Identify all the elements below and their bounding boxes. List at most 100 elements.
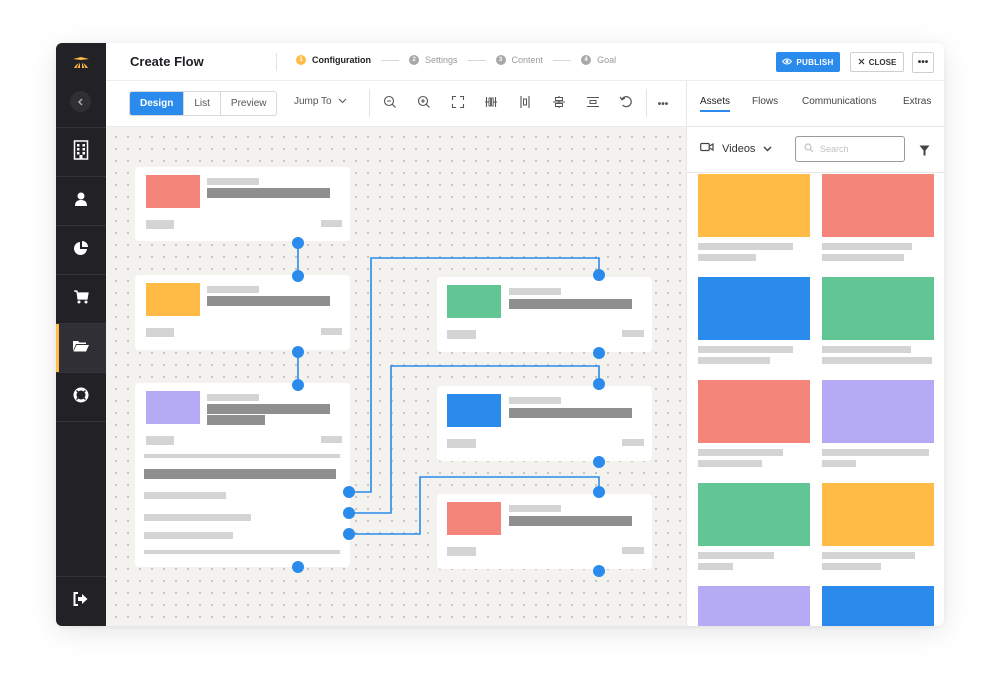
view-list-button[interactable]: List	[183, 92, 220, 115]
video-camera-icon	[700, 142, 714, 155]
panel-tabs: Assets Flows Communications Extras	[687, 81, 944, 127]
asset-thumbnail	[698, 586, 810, 626]
step-goal[interactable]: 4 Goal	[581, 55, 616, 65]
more-icon: •••	[657, 98, 669, 110]
step-configuration[interactable]: 1 Configuration	[296, 55, 371, 65]
placeholder-line	[698, 346, 793, 353]
asset-card[interactable]	[698, 586, 810, 626]
placeholder-line	[822, 460, 856, 467]
logout-button[interactable]	[56, 576, 106, 626]
fit-screen-icon	[451, 95, 465, 114]
undo-button[interactable]	[615, 93, 637, 115]
placeholder-line	[698, 563, 733, 570]
collapse-sidebar-button[interactable]	[70, 91, 91, 112]
asset-card[interactable]	[822, 277, 934, 364]
asset-thumbnail	[822, 586, 934, 626]
placeholder-line	[822, 449, 929, 456]
more-options-button[interactable]: •••	[912, 52, 934, 73]
step-number: 1	[296, 55, 306, 65]
zoom-out-button[interactable]	[379, 93, 401, 115]
asset-thumbnail	[822, 174, 934, 237]
filter-icon[interactable]	[919, 143, 930, 161]
zoom-in-button[interactable]	[413, 93, 435, 115]
distribute-vertical-icon	[586, 95, 600, 114]
propeller-hat-icon[interactable]	[56, 43, 106, 81]
fit-screen-button[interactable]	[447, 93, 469, 115]
publish-button[interactable]: PUBLISH	[776, 52, 840, 72]
step-content[interactable]: 3 Content	[495, 55, 544, 65]
tab-extras[interactable]: Extras	[903, 96, 931, 107]
asset-card[interactable]	[822, 380, 934, 467]
placeholder-line	[822, 552, 915, 559]
connection-port	[292, 561, 304, 573]
search-input[interactable]	[820, 144, 890, 154]
tab-communications[interactable]: Communications	[802, 96, 876, 107]
placeholder-line	[698, 243, 793, 250]
header: Create Flow 1 Configuration 2 Settings 3…	[106, 43, 944, 81]
sidebar-item-support[interactable]	[56, 372, 106, 421]
asset-search[interactable]	[795, 136, 905, 162]
logout-icon	[73, 592, 89, 611]
divider	[276, 53, 277, 71]
step-label: Settings	[425, 55, 458, 65]
connection-port	[292, 270, 304, 282]
close-icon	[858, 58, 865, 67]
connection-port	[292, 346, 304, 358]
asset-card[interactable]	[698, 380, 810, 467]
connection-port	[343, 486, 355, 498]
asset-card[interactable]	[822, 586, 934, 626]
toolbar-more-button[interactable]: •••	[652, 93, 674, 115]
tab-assets[interactable]: Assets	[700, 96, 731, 112]
asset-thumbnail	[822, 277, 934, 340]
align-center-vertical-icon	[518, 95, 532, 114]
asset-card[interactable]	[698, 174, 810, 261]
connection-port	[593, 378, 605, 390]
sidebar-item-analytics[interactable]	[56, 225, 106, 274]
app-window: Create Flow 1 Configuration 2 Settings 3…	[56, 43, 944, 626]
placeholder-line	[698, 357, 770, 364]
step-connector	[467, 59, 486, 61]
placeholder-line	[698, 460, 762, 467]
asset-card[interactable]	[698, 483, 810, 570]
align-center-horizontal-button[interactable]	[548, 93, 570, 115]
category-dropdown[interactable]: Videos	[700, 142, 772, 155]
undo-icon	[619, 95, 633, 114]
tab-flows[interactable]: Flows	[752, 96, 778, 107]
eye-icon	[782, 58, 793, 67]
asset-card[interactable]	[698, 277, 810, 364]
placeholder-line	[822, 254, 904, 261]
step-number: 3	[495, 55, 506, 65]
distribute-horizontal-button[interactable]	[480, 93, 502, 115]
flow-canvas[interactable]	[106, 127, 686, 626]
placeholder-line	[698, 552, 774, 559]
step-label: Content	[511, 55, 544, 65]
step-settings[interactable]: 2 Settings	[409, 55, 458, 65]
connection-port	[292, 379, 304, 391]
align-center-vertical-button[interactable]	[514, 93, 536, 115]
chevron-down-icon	[763, 143, 772, 155]
asset-filters: Videos	[687, 127, 944, 173]
sidebar-item-content[interactable]	[56, 323, 106, 372]
asset-thumbnail	[698, 483, 810, 546]
chevron-left-icon	[77, 93, 85, 111]
more-icon: •••	[917, 57, 929, 68]
sidebar-item-store[interactable]	[56, 274, 106, 323]
asset-card[interactable]	[822, 174, 934, 261]
sidebar-item-organizations[interactable]	[56, 127, 106, 176]
jump-to-dropdown[interactable]: Jump To	[294, 96, 347, 107]
close-button[interactable]: CLOSE	[850, 52, 904, 72]
category-label: Videos	[722, 142, 756, 155]
sidebar-item-users[interactable]	[56, 176, 106, 225]
asset-card[interactable]	[822, 483, 934, 570]
placeholder-line	[822, 357, 932, 364]
connection-port	[593, 486, 605, 498]
view-preview-button[interactable]: Preview	[219, 92, 277, 115]
placeholder-line	[698, 449, 783, 456]
placeholder-line	[822, 243, 912, 250]
folder-open-icon	[72, 339, 90, 358]
jump-to-label: Jump To	[294, 96, 332, 107]
building-icon	[73, 139, 89, 165]
asset-thumbnail	[698, 277, 810, 340]
view-design-button[interactable]: Design	[130, 92, 184, 115]
distribute-vertical-button[interactable]	[582, 93, 604, 115]
